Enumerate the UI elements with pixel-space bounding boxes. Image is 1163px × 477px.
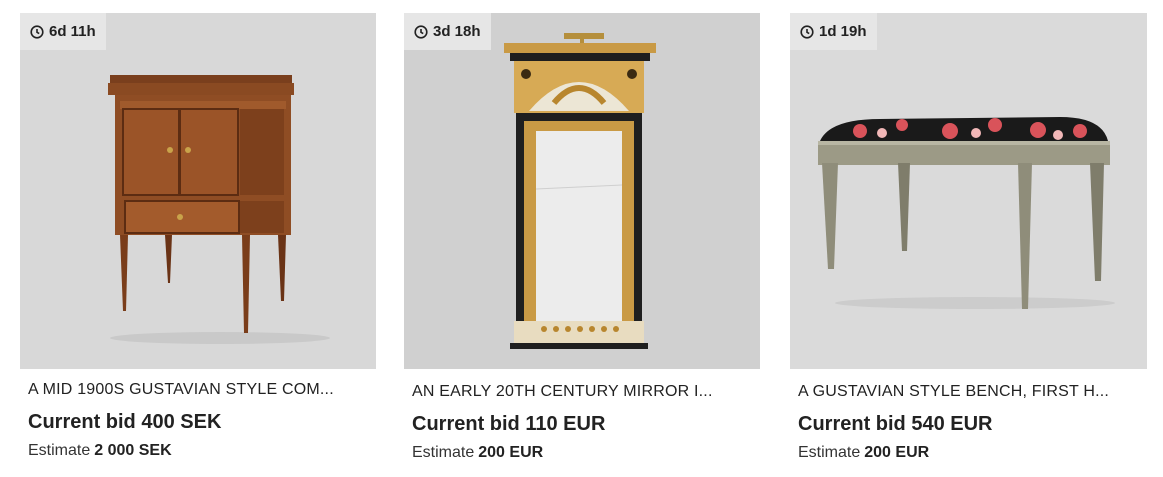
clock-icon xyxy=(414,24,428,39)
listing-image[interactable]: 3d 18h xyxy=(404,13,760,369)
time-remaining-badge: 6d 11h xyxy=(20,13,106,50)
listing-card[interactable]: 1d 19h xyxy=(790,13,1147,369)
listing-title[interactable]: A GUSTAVIAN STYLE BENCH, FIRST H... xyxy=(798,383,1143,401)
estimate-value: 2 000 SEK xyxy=(94,442,172,459)
timer-text: 1d 19h xyxy=(819,23,867,40)
listing-image[interactable]: 6d 11h xyxy=(20,13,376,369)
listing-card[interactable]: 6d 11h xyxy=(20,13,376,369)
bid-label: Current bid xyxy=(28,411,136,433)
listing-title[interactable]: AN EARLY 20TH CENTURY MIRROR I... xyxy=(412,383,756,401)
estimate: Estimate 200 EUR xyxy=(412,444,543,462)
bid-label: Current bid xyxy=(412,413,520,435)
estimate-label: Estimate xyxy=(798,444,861,461)
gilt-mirror-photo xyxy=(404,13,760,369)
bid-value: 110 EUR xyxy=(525,413,606,435)
estimate-label: Estimate xyxy=(28,442,91,459)
listing-title[interactable]: A MID 1900S GUSTAVIAN STYLE COM... xyxy=(28,381,372,399)
estimate: Estimate 2 000 SEK xyxy=(28,442,172,460)
timer-text: 3d 18h xyxy=(433,23,481,40)
timer-text: 6d 11h xyxy=(49,23,96,40)
time-remaining-badge: 1d 19h xyxy=(790,13,877,50)
clock-icon xyxy=(800,24,814,39)
bedside-cabinet-photo xyxy=(20,13,376,369)
listing-image[interactable]: 1d 19h xyxy=(790,13,1147,369)
bid-value: 400 SEK xyxy=(141,411,222,433)
estimate-value: 200 EUR xyxy=(478,444,544,461)
bid-label: Current bid xyxy=(798,413,906,435)
bid-value: 540 EUR xyxy=(911,413,993,435)
clock-icon xyxy=(30,24,44,39)
current-bid: Current bid 110 EUR xyxy=(412,413,605,436)
estimate-label: Estimate xyxy=(412,444,475,461)
current-bid: Current bid 400 SEK xyxy=(28,411,221,434)
upholstered-bench-photo xyxy=(790,13,1147,369)
listing-card[interactable]: 3d 18h xyxy=(404,13,760,369)
time-remaining-badge: 3d 18h xyxy=(404,13,491,50)
estimate: Estimate 200 EUR xyxy=(798,444,929,462)
current-bid: Current bid 540 EUR xyxy=(798,413,993,436)
estimate-value: 200 EUR xyxy=(864,444,930,461)
